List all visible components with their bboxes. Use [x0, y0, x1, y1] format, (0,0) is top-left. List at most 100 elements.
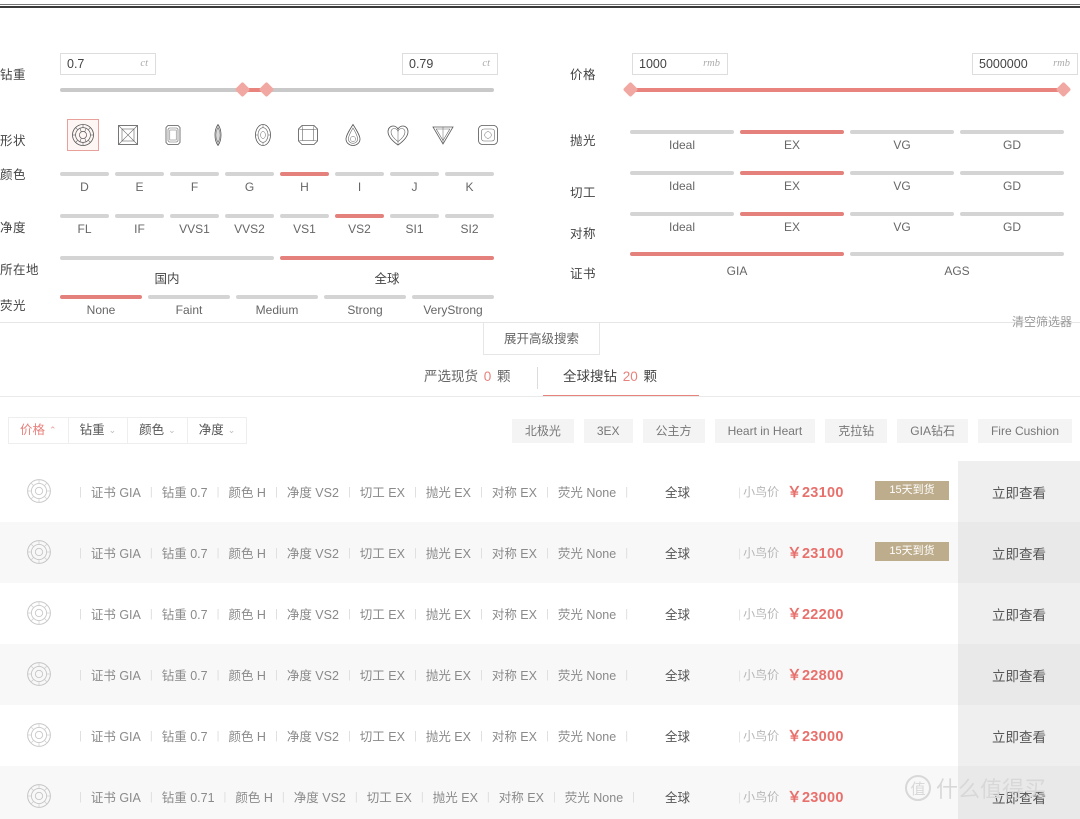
shape-option-princess[interactable]: [112, 119, 144, 151]
symmetry-seg-vg[interactable]: [850, 212, 954, 216]
symmetry-seg-ex[interactable]: [740, 212, 844, 216]
cut-seg-ex[interactable]: [740, 171, 844, 175]
carat-max-input[interactable]: 0.79 ct: [402, 53, 498, 75]
fluorescence-seg-faint[interactable]: [148, 295, 230, 299]
fluorescence-slider[interactable]: None Faint Medium Strong VeryStrong: [60, 295, 494, 325]
color-slider[interactable]: D E F G H I J K: [60, 172, 494, 202]
price-slider-track[interactable]: [622, 81, 1072, 98]
location-slider[interactable]: 国内 全球: [60, 256, 494, 286]
price-min-input[interactable]: 1000 rmb: [632, 53, 728, 75]
quick-tag[interactable]: GIA钻石: [897, 419, 968, 443]
sort-item[interactable]: 净度 ⌄: [188, 418, 247, 443]
table-row[interactable]: | 证书 GIA | 钻重 0.7 | 颜色 H | 净度 VS2 | 切工 EX | 抛光 EX | 对…: [0, 522, 1080, 583]
color-seg-e[interactable]: [115, 172, 164, 176]
clarity-label-if: IF: [134, 222, 145, 236]
color-seg-d[interactable]: [60, 172, 109, 176]
polish-seg-vg[interactable]: [850, 130, 954, 134]
view-detail-button[interactable]: 立即查看: [958, 461, 1080, 522]
fluorescence-seg-strong[interactable]: [324, 295, 406, 299]
certificate-seg-ags[interactable]: [850, 252, 1064, 256]
cut-seg-ideal[interactable]: [630, 171, 734, 175]
shape-option-heart[interactable]: [382, 119, 414, 151]
clear-filters-link[interactable]: 清空筛选器: [1012, 313, 1072, 330]
table-row[interactable]: | 证书 GIA | 钻重 0.7 | 颜色 H | 净度 VS2 | 切工 EX | 抛光 EX | 对…: [0, 644, 1080, 705]
polish-label-vg: VG: [893, 138, 911, 152]
clarity-seg-vvs2[interactable]: [225, 214, 274, 218]
sort-priceitem[interactable]: 价格 ⌃: [9, 418, 69, 443]
clarity-seg-vvs1[interactable]: [170, 214, 219, 218]
view-detail-button[interactable]: 立即查看: [958, 644, 1080, 705]
certificate-seg-gia[interactable]: [630, 252, 844, 256]
row-clarity: 净度 VS2: [286, 669, 339, 683]
color-seg-g[interactable]: [225, 172, 274, 176]
color-seg-i[interactable]: [335, 172, 384, 176]
shape-option-round[interactable]: [67, 119, 99, 151]
polish-seg-ideal[interactable]: [630, 130, 734, 134]
shape-option-marquise[interactable]: [202, 119, 234, 151]
carat-slider-handle-max[interactable]: [258, 81, 275, 98]
shape-option-triangle[interactable]: [427, 119, 459, 151]
fluorescence-seg-medium[interactable]: [236, 295, 318, 299]
shape-option-cushion[interactable]: [472, 119, 504, 151]
tab-global-search[interactable]: 全球搜钻 20 颗: [563, 362, 657, 396]
polish-seg-ex[interactable]: [740, 130, 844, 134]
quick-tag[interactable]: Fire Cushion: [977, 419, 1072, 443]
shape-option-emerald[interactable]: [157, 119, 189, 151]
tab-in-stock[interactable]: 严选现货 0 颗: [424, 362, 511, 396]
certificate-slider[interactable]: GIA AGS: [630, 252, 1064, 282]
clarity-seg-vs1[interactable]: [280, 214, 329, 218]
symmetry-seg-gd[interactable]: [960, 212, 1064, 216]
row-specs: | 证书 GIA | 钻重 0.71 | 颜色 H | 净度 VS2 | 切工 EX | 抛光 EX |…: [70, 766, 644, 819]
clarity-seg-si2[interactable]: [445, 214, 494, 218]
quick-tag[interactable]: 克拉钻: [825, 419, 888, 443]
table-row[interactable]: | 证书 GIA | 钻重 0.71 | 颜色 H | 净度 VS2 | 切工 EX | 抛光 EX |…: [0, 766, 1080, 819]
price-slider-handle-min[interactable]: [622, 81, 639, 98]
color-seg-f[interactable]: [170, 172, 219, 176]
cut-seg-vg[interactable]: [850, 171, 954, 175]
cut-seg-gd[interactable]: [960, 171, 1064, 175]
color-seg-k[interactable]: [445, 172, 494, 176]
table-row[interactable]: | 证书 GIA | 钻重 0.7 | 颜色 H | 净度 VS2 | 切工 EX | 抛光 EX | 对…: [0, 461, 1080, 522]
shape-option-pear[interactable]: [337, 119, 369, 151]
carat-min-input[interactable]: 0.7 ct: [60, 53, 156, 75]
tab-count: 0: [480, 369, 496, 384]
clarity-seg-si1[interactable]: [390, 214, 439, 218]
clarity-slider[interactable]: FL IF VVS1 VVS2 VS1 VS2 SI1 SI2: [60, 214, 494, 244]
symmetry-slider[interactable]: Ideal EX VG GD: [630, 212, 1064, 242]
sort-item[interactable]: 钻重 ⌄: [69, 418, 129, 443]
color-seg-j[interactable]: [390, 172, 439, 176]
view-detail-button[interactable]: 立即查看: [958, 522, 1080, 583]
price-slider-handle-max[interactable]: [1055, 81, 1072, 98]
clarity-label-si1: SI1: [405, 222, 424, 236]
polish-slider[interactable]: Ideal EX VG GD: [630, 130, 1064, 160]
quick-tag[interactable]: Heart in Heart: [714, 419, 816, 443]
quick-tag[interactable]: 公主方: [642, 419, 705, 443]
price-max-input[interactable]: 5000000 rmb: [972, 53, 1078, 75]
cut-slider[interactable]: Ideal EX VG GD: [630, 171, 1064, 201]
table-row[interactable]: | 证书 GIA | 钻重 0.7 | 颜色 H | 净度 VS2 | 切工 EX | 抛光 EX | 对…: [0, 705, 1080, 766]
expand-advanced-search-button[interactable]: 展开高级搜索: [483, 323, 600, 355]
quick-tag[interactable]: 北极光: [511, 419, 574, 443]
shape-option-radiant[interactable]: [292, 119, 324, 151]
fluorescence-seg-verystrong[interactable]: [412, 295, 494, 299]
row-specs: | 证书 GIA | 钻重 0.7 | 颜色 H | 净度 VS2 | 切工 EX | 抛光 EX | 对…: [70, 522, 637, 583]
shape-option-oval[interactable]: [247, 119, 279, 151]
fluorescence-seg-none[interactable]: [60, 295, 142, 299]
carat-slider-track[interactable]: [60, 81, 494, 98]
view-detail-button[interactable]: 立即查看: [958, 766, 1080, 819]
row-price-label: 小鸟价: [743, 607, 780, 621]
view-detail-button[interactable]: 立即查看: [958, 583, 1080, 644]
polish-seg-gd[interactable]: [960, 130, 1064, 134]
view-detail-button[interactable]: 立即查看: [958, 705, 1080, 766]
clarity-seg-if[interactable]: [115, 214, 164, 218]
location-seg-国内[interactable]: [60, 256, 274, 260]
location-seg-全球[interactable]: [280, 256, 494, 260]
clarity-seg-fl[interactable]: [60, 214, 109, 218]
sort-item[interactable]: 颜色 ⌄: [128, 418, 188, 443]
clarity-seg-vs2[interactable]: [335, 214, 384, 218]
symmetry-seg-ideal[interactable]: [630, 212, 734, 216]
quick-tag[interactable]: 3EX: [583, 419, 633, 443]
color-seg-h[interactable]: [280, 172, 329, 176]
table-row[interactable]: | 证书 GIA | 钻重 0.7 | 颜色 H | 净度 VS2 | 切工 EX | 抛光 EX | 对…: [0, 583, 1080, 644]
carat-slider-handle-min[interactable]: [234, 81, 251, 98]
